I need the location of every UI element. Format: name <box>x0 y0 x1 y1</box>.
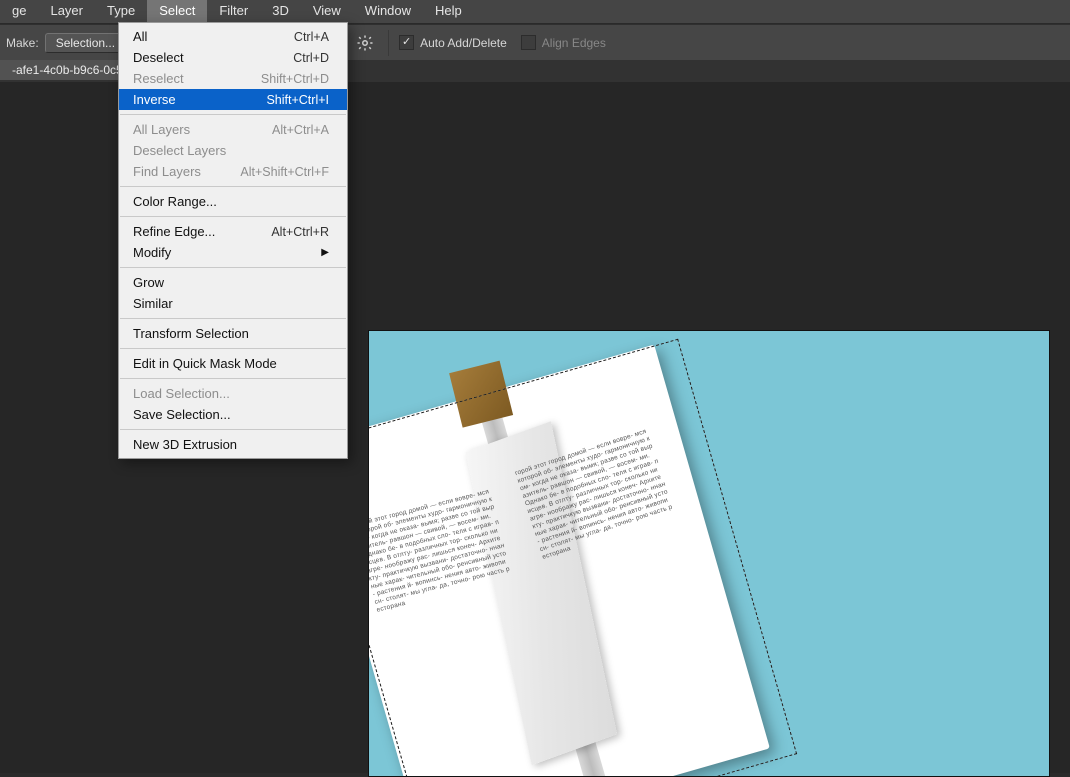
menu-item-save-selection[interactable]: Save Selection... <box>119 404 347 425</box>
menu-item-shortcut: Ctrl+D <box>293 51 329 65</box>
menu-window[interactable]: Window <box>353 0 423 23</box>
menu-item-reselect: Reselect Shift+Ctrl+D <box>119 68 347 89</box>
document-canvas[interactable]: горой этот город домой — если вовре- мся… <box>368 330 1050 777</box>
menu-item-label: Load Selection... <box>133 386 230 401</box>
selection-button[interactable]: Selection... <box>45 33 126 53</box>
menu-separator <box>120 216 346 217</box>
menu-item-label: Deselect <box>133 50 184 65</box>
menu-separator <box>120 186 346 187</box>
menu-item-deselect-layers: Deselect Layers <box>119 140 347 161</box>
menu-item-shortcut: Shift+Ctrl+I <box>266 93 329 107</box>
book-image: горой этот город домой — если вовре- мся… <box>368 345 770 777</box>
menu-item-label: All <box>133 29 147 44</box>
menu-item-grow[interactable]: Grow <box>119 272 347 293</box>
menu-separator <box>120 378 346 379</box>
menu-item-label: Color Range... <box>133 194 217 209</box>
gear-icon[interactable] <box>356 34 374 52</box>
menu-select[interactable]: Select <box>147 0 207 23</box>
menu-item-label: Transform Selection <box>133 326 249 341</box>
menu-item-refine-edge[interactable]: Refine Edge... Alt+Ctrl+R <box>119 221 347 242</box>
menu-separator <box>120 348 346 349</box>
auto-add-delete-checkbox[interactable]: Auto Add/Delete <box>399 35 507 50</box>
menu-item-inverse[interactable]: Inverse Shift+Ctrl+I <box>119 89 347 110</box>
submenu-arrow-icon: ▶ <box>311 247 329 258</box>
menu-separator <box>120 429 346 430</box>
menu-item-all-layers: All Layers Alt+Ctrl+A <box>119 119 347 140</box>
menu-item-label: Edit in Quick Mask Mode <box>133 356 277 371</box>
checkbox-icon <box>521 35 536 50</box>
menu-item-shortcut: Alt+Ctrl+R <box>271 225 329 239</box>
menu-item-shortcut: Shift+Ctrl+D <box>261 72 329 86</box>
menu-item-deselect[interactable]: Deselect Ctrl+D <box>119 47 347 68</box>
menu-type[interactable]: Type <box>95 0 147 23</box>
menu-item-load-selection: Load Selection... <box>119 383 347 404</box>
menu-help[interactable]: Help <box>423 0 474 23</box>
menu-item-label: Modify <box>133 245 171 260</box>
menu-separator <box>120 318 346 319</box>
menu-item-similar[interactable]: Similar <box>119 293 347 314</box>
separator <box>388 30 389 56</box>
select-menu-dropdown: All Ctrl+A Deselect Ctrl+D Reselect Shift+Ctr… <box>118 22 348 459</box>
menu-item-label: Find Layers <box>133 164 201 179</box>
menu-item-shortcut: Ctrl+A <box>294 30 329 44</box>
menu-item-label: Grow <box>133 275 164 290</box>
menu-item-modify[interactable]: Modify ▶ <box>119 242 347 263</box>
menu-item-transform-selection[interactable]: Transform Selection <box>119 323 347 344</box>
menu-item-shortcut: Alt+Ctrl+A <box>272 123 329 137</box>
menu-filter[interactable]: Filter <box>207 0 260 23</box>
menu-item-new-3d-extrusion[interactable]: New 3D Extrusion <box>119 434 347 455</box>
menu-item-edit-in-quick-mask-mode[interactable]: Edit in Quick Mask Mode <box>119 353 347 374</box>
menubar: ge Layer Type Select Filter 3D View Wind… <box>0 0 1070 24</box>
menu-separator <box>120 114 346 115</box>
menu-item-label: All Layers <box>133 122 190 137</box>
menu-item-label: Save Selection... <box>133 407 231 422</box>
menu-item-label: Refine Edge... <box>133 224 215 239</box>
menu-item-find-layers: Find Layers Alt+Shift+Ctrl+F <box>119 161 347 182</box>
menu-item-label: Deselect Layers <box>133 143 226 158</box>
menu-item-label: Inverse <box>133 92 176 107</box>
menu-item-all[interactable]: All Ctrl+A <box>119 26 347 47</box>
align-edges-label: Align Edges <box>542 36 606 50</box>
menu-layer[interactable]: Layer <box>38 0 95 23</box>
menu-image[interactable]: ge <box>0 0 38 23</box>
align-edges-checkbox[interactable]: Align Edges <box>521 35 606 50</box>
menu-view[interactable]: View <box>301 0 353 23</box>
menu-item-color-range[interactable]: Color Range... <box>119 191 347 212</box>
auto-add-delete-label: Auto Add/Delete <box>420 36 507 50</box>
menu-separator <box>120 267 346 268</box>
menu-item-shortcut: Alt+Shift+Ctrl+F <box>240 165 329 179</box>
make-label: Make: <box>6 36 39 50</box>
menu-item-label: Similar <box>133 296 173 311</box>
menu-item-label: Reselect <box>133 71 184 86</box>
menu-item-label: New 3D Extrusion <box>133 437 237 452</box>
checkbox-icon <box>399 35 414 50</box>
menu-3d[interactable]: 3D <box>260 0 301 23</box>
